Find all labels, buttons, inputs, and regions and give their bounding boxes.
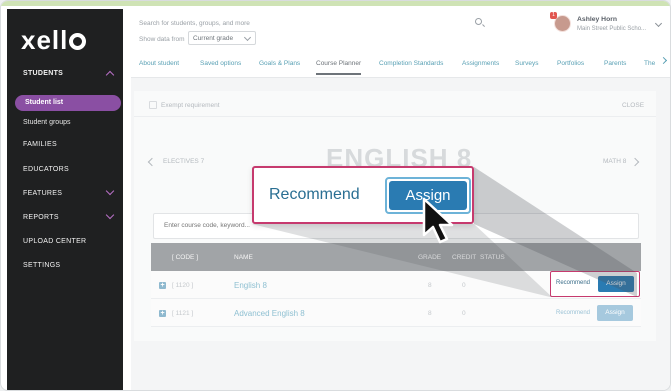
recommend-button[interactable]: Recommend: [556, 280, 590, 286]
grade-select[interactable]: Current grade: [188, 31, 256, 45]
sidebar-item-families[interactable]: FAMILIES: [23, 141, 57, 148]
tab-completion-standards[interactable]: Completion Standards: [379, 60, 443, 67]
chevron-down-icon[interactable]: [105, 186, 115, 196]
grade-select-value: Current grade: [193, 35, 234, 42]
next-course-link[interactable]: MATH 8: [603, 158, 626, 165]
notification-badge: 1: [550, 12, 557, 19]
tab-the[interactable]: The: [644, 60, 655, 67]
table-header: [ CODE ] NAME GRADE CREDIT STATUS: [151, 243, 641, 271]
show-data-label: Show data from: [139, 36, 185, 43]
sidebar-item-student-list[interactable]: Student list: [15, 95, 121, 111]
table-row: + [ 1121 ] Advanced English 8 8 0 Recomm…: [151, 299, 641, 327]
sidebar-item-educators[interactable]: EDUCATORS: [23, 166, 69, 173]
app-window: xelloxell STUDENTS Student list Student …: [0, 0, 671, 391]
tab-course-planner[interactable]: Course Planner: [316, 60, 362, 75]
user-name[interactable]: Ashley Horn: [577, 16, 617, 23]
sidebar: xelloxell STUDENTS Student list Student …: [7, 9, 123, 390]
course-grade: 8: [428, 282, 432, 289]
assign-button[interactable]: Assign: [598, 276, 634, 292]
tab-about-student[interactable]: About student: [139, 60, 179, 67]
user-school: Main Street Public Scho...: [577, 26, 647, 32]
chevron-down-icon[interactable]: [105, 210, 115, 220]
sidebar-item-label: SETTINGS: [23, 262, 61, 269]
sidebar-item-student-groups[interactable]: Student groups: [23, 119, 70, 126]
assign-button[interactable]: Assign: [597, 305, 633, 321]
top-accent-bar: [1, 1, 670, 6]
sidebar-item-label: UPLOAD CENTER: [23, 238, 87, 245]
exempt-label: Exempt requirement: [161, 102, 220, 109]
tab-parents[interactable]: Parents: [604, 60, 626, 67]
recommend-button[interactable]: Recommend: [556, 310, 590, 316]
course-search-input[interactable]: [164, 222, 264, 229]
exempt-checkbox[interactable]: [149, 101, 157, 109]
sidebar-item-label: FAMILIES: [23, 141, 57, 148]
column-header-grade[interactable]: GRADE: [418, 254, 441, 261]
expand-plus-icon[interactable]: +: [159, 282, 166, 289]
course-name-link[interactable]: English 8: [234, 281, 267, 290]
tab-surveys[interactable]: Surveys: [515, 60, 538, 67]
column-header-credit[interactable]: CREDIT: [452, 254, 476, 261]
search-icon[interactable]: [475, 18, 482, 25]
column-header-name[interactable]: NAME: [234, 254, 253, 261]
chevron-down-icon[interactable]: [654, 19, 663, 28]
course-name-link[interactable]: Advanced English 8: [234, 309, 305, 318]
sidebar-item-label: FEATURES: [23, 190, 63, 197]
close-button[interactable]: CLOSE: [622, 102, 644, 109]
tab-assignments[interactable]: Assignments: [462, 60, 499, 67]
mouse-cursor-icon: [422, 197, 454, 244]
chevron-right-icon[interactable]: [659, 56, 668, 65]
chevron-down-icon: [243, 33, 252, 42]
sidebar-item-reports[interactable]: REPORTS: [23, 214, 59, 221]
column-header-code[interactable]: [ CODE ]: [172, 254, 198, 261]
sidebar-item-label: Student list: [25, 99, 64, 106]
prev-course-link[interactable]: ELECTIVES 7: [163, 158, 204, 165]
recommend-button-zoomed[interactable]: Recommend: [269, 186, 360, 204]
course-credit: 0: [462, 282, 466, 289]
sidebar-item-label: REPORTS: [23, 214, 59, 221]
highlight-box: Recommend Assign: [550, 271, 640, 297]
course-grade: 8: [428, 310, 432, 317]
panel-divider: [134, 116, 656, 117]
search-input[interactable]: Search for students, groups, and more: [139, 20, 250, 27]
sidebar-item-label: EDUCATORS: [23, 166, 70, 173]
sidebar-item-settings[interactable]: SETTINGS: [23, 262, 60, 269]
sidebar-section-students[interactable]: STUDENTS: [23, 70, 63, 77]
tab-saved-options[interactable]: Saved options: [200, 60, 241, 67]
course-code: [ 1120 ]: [172, 282, 194, 289]
xello-logo[interactable]: xelloxell: [21, 25, 87, 56]
tab-goals-plans[interactable]: Goals & Plans: [259, 60, 300, 67]
sidebar-item-upload-center[interactable]: UPLOAD CENTER: [23, 238, 86, 245]
chevron-up-icon[interactable]: [105, 70, 115, 80]
expand-plus-icon[interactable]: +: [159, 310, 166, 317]
tab-portfolios[interactable]: Portfolios: [557, 60, 584, 67]
sidebar-item-label: Student groups: [23, 119, 71, 126]
sidebar-section-label: STUDENTS: [23, 70, 64, 77]
column-header-status[interactable]: STATUS: [480, 254, 505, 261]
sidebar-item-features[interactable]: FEATURES: [23, 190, 62, 197]
course-credit: 0: [462, 310, 466, 317]
course-code: [ 1121 ]: [172, 310, 194, 317]
